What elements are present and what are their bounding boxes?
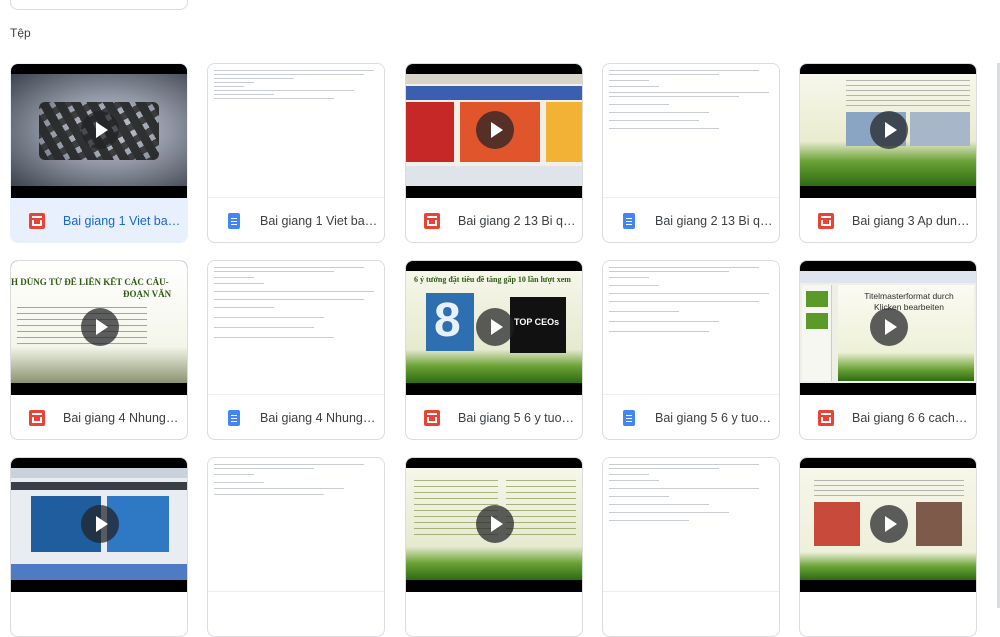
- file-name: Bai giang 3 Ap dung ky thuat: [852, 214, 970, 228]
- file-card[interactable]: [405, 457, 583, 637]
- doc-thumbnail: [208, 64, 384, 198]
- doc-thumbnail: [603, 64, 779, 198]
- thumbnail-subtitle: ĐOẠN VĂN: [123, 289, 172, 299]
- file-card[interactable]: Bai giang 3 Ap dung ky thuat: [799, 63, 977, 243]
- play-icon[interactable]: [476, 308, 514, 346]
- video-file-icon: [424, 410, 440, 426]
- play-icon[interactable]: [476, 111, 514, 149]
- file-card[interactable]: Titelmasterformat durch Klicken bearbeit…: [799, 260, 977, 440]
- file-name: Bai giang 1 Viet bai chuan seo: [63, 214, 181, 228]
- play-icon[interactable]: [476, 505, 514, 543]
- doc-thumbnail: [208, 458, 384, 592]
- file-card[interactable]: [799, 457, 977, 637]
- play-icon[interactable]: [870, 308, 908, 346]
- file-card[interactable]: Bai giang 4 Nhung tu de lien ket: [207, 260, 385, 440]
- thumbnail-title: H DÙNG TỪ ĐỂ LIÊN KẾT CÁC CÂU-: [11, 277, 169, 287]
- video-file-icon: [29, 410, 45, 426]
- thumbnail-title: Titelmasterformat durch Klicken bearbeit…: [864, 291, 954, 312]
- file-name: Bai giang 5 6 y tuong dat tieu de: [655, 411, 773, 425]
- video-file-icon: [818, 410, 834, 426]
- file-name: Bai giang 4 Nhung tu de lien ket: [260, 411, 378, 425]
- video-file-icon: [29, 213, 45, 229]
- file-name: Bai giang 6 6 cach viet: [852, 411, 970, 425]
- file-card[interactable]: Bai giang 2 13 Bi quyet viet tieu de: [602, 63, 780, 243]
- file-name: Bai giang 5 6 y tuong dat tieu de: [458, 411, 576, 425]
- video-thumbnail: H DÙNG TỪ ĐỂ LIÊN KẾT CÁC CÂU- ĐOẠN VĂN: [11, 261, 187, 395]
- video-thumbnail: [800, 64, 976, 198]
- file-card[interactable]: [207, 457, 385, 637]
- doc-thumbnail: [208, 261, 384, 395]
- doc-file-icon: [228, 213, 240, 229]
- doc-file-icon: [623, 213, 635, 229]
- files-section-label: Tệp: [10, 26, 31, 40]
- file-card[interactable]: [10, 457, 188, 637]
- file-name: Bai giang 1 Viet bai chuan seo: [260, 214, 378, 228]
- video-file-icon: [818, 213, 834, 229]
- doc-file-icon: [228, 410, 240, 426]
- thumbnail-title: 6 ý tưởng đặt tiêu đề tăng gấp 10 lần lư…: [414, 275, 571, 284]
- file-card[interactable]: Bai giang 1 Viet bai chuan seo: [10, 63, 188, 243]
- file-name: Bai giang 2 13 Bi quyet viet tieu de: [655, 214, 773, 228]
- file-card[interactable]: Bai giang 1 Viet bai chuan seo: [207, 63, 385, 243]
- video-file-icon: [424, 213, 440, 229]
- doc-file-icon: [623, 410, 635, 426]
- play-icon[interactable]: [870, 111, 908, 149]
- play-icon[interactable]: [81, 308, 119, 346]
- video-thumbnail: [406, 64, 582, 198]
- search-result-box[interactable]: [10, 0, 188, 10]
- thumbnail-badge: TOP CEOs: [514, 317, 560, 327]
- video-thumbnail: [11, 458, 187, 592]
- play-icon[interactable]: [870, 505, 908, 543]
- doc-thumbnail: [603, 458, 779, 592]
- doc-thumbnail: [603, 261, 779, 395]
- video-thumbnail: Titelmasterformat durch Klicken bearbeit…: [800, 261, 976, 395]
- video-thumbnail: [11, 64, 187, 198]
- file-name: Bai giang 2 13 Bi quyet viet tieu de: [458, 214, 576, 228]
- video-thumbnail: 6 ý tưởng đặt tiêu đề tăng gấp 10 lần lư…: [406, 261, 582, 395]
- file-card[interactable]: Bai giang 2 13 Bi quyet viet tieu de: [405, 63, 583, 243]
- play-icon[interactable]: [81, 505, 119, 543]
- file-card[interactable]: [602, 457, 780, 637]
- file-card[interactable]: 6 ý tưởng đặt tiêu đề tăng gấp 10 lần lư…: [405, 260, 583, 440]
- video-thumbnail: [800, 458, 976, 592]
- file-name: Bai giang 4 Nhung tu de lien ket: [63, 411, 181, 425]
- play-icon[interactable]: [81, 111, 119, 149]
- file-card[interactable]: H DÙNG TỪ ĐỂ LIÊN KẾT CÁC CÂU- ĐOẠN VĂN …: [10, 260, 188, 440]
- thumbnail-big-number: 8: [434, 294, 461, 347]
- file-card[interactable]: Bai giang 5 6 y tuong dat tieu de: [602, 260, 780, 440]
- video-thumbnail: [406, 458, 582, 592]
